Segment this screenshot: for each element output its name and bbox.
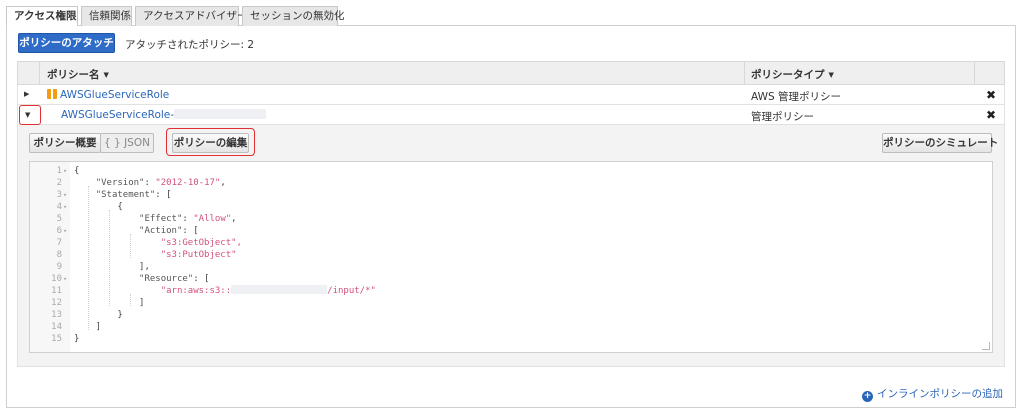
code-line: 5 "Effect": "Allow",	[30, 213, 992, 225]
expand-arrow-icon[interactable]: ▶	[24, 90, 29, 98]
remove-policy-icon[interactable]: ✖	[986, 108, 996, 122]
collapse-arrow-icon[interactable]: ▼	[25, 111, 30, 119]
code-text: }	[74, 334, 80, 344]
code-text: "s3:PutObject"	[160, 250, 237, 260]
sort-caret-icon: ▼	[828, 71, 834, 79]
policy-table: ポリシー名 ▼ ポリシータイプ ▼ ▶ AWSGlueServiceRole AWS…	[17, 61, 1005, 367]
code-text: "Statement": [	[95, 190, 172, 200]
column-header-policy-name-label: ポリシー名	[47, 69, 100, 81]
code-text: {	[74, 202, 123, 212]
line-number: 7	[56, 238, 62, 248]
code-text: ]	[74, 322, 102, 332]
edit-policy-button[interactable]: ポリシーの編集	[172, 133, 249, 153]
policy-type-text: AWS 管理ポリシー	[751, 91, 841, 103]
line-number: 11	[51, 286, 62, 296]
line-number: 12	[51, 298, 62, 308]
redacted-text	[231, 285, 328, 294]
code-text: {	[74, 166, 80, 176]
code-line: 6 ▾ "Action": [	[30, 225, 992, 237]
add-inline-policy-label: インラインポリシーの追加	[877, 388, 1003, 400]
code-line: 12 ]	[30, 297, 992, 309]
resource-suffix: /input/*"	[327, 286, 376, 296]
code-line: 3 ▾ "Statement": [	[30, 189, 992, 201]
code-line: 9 ],	[30, 261, 992, 273]
code-text: "s3:GetObject",	[160, 238, 242, 248]
attach-policy-button[interactable]: ポリシーのアタッチ	[18, 33, 115, 53]
code-line: 4 ▾ {	[30, 201, 992, 213]
code-line: 13 }	[30, 309, 992, 321]
code-text: "Resource": [	[139, 274, 210, 284]
add-inline-policy-link[interactable]: + インラインポリシーの追加	[862, 386, 1003, 402]
column-header-policy-type-label: ポリシータイプ	[751, 69, 825, 81]
line-number: 8	[56, 250, 62, 260]
sort-caret-icon: ▼	[103, 71, 109, 79]
code-text: "Effect": "Allow",	[139, 214, 237, 224]
fold-arrow-icon[interactable]: ▾	[63, 201, 67, 213]
tab-trust-relationships[interactable]: 信頼関係	[81, 6, 132, 26]
policy-name-text: AWSGlueServiceRole	[60, 89, 170, 101]
table-header: ポリシー名 ▼ ポリシータイプ ▼	[17, 61, 1005, 85]
line-number: 2	[56, 178, 62, 188]
code-line: 7 "s3:GetObject",	[30, 237, 992, 249]
line-number: 3	[56, 190, 62, 200]
line-number: 13	[51, 310, 62, 320]
policy-name-text: AWSGlueServiceRole-	[61, 109, 175, 121]
column-header-policy-name[interactable]: ポリシー名 ▼	[47, 67, 109, 82]
code-line: 14 ]	[30, 321, 992, 333]
fold-arrow-icon[interactable]: ▾	[63, 165, 67, 177]
remove-policy-icon[interactable]: ✖	[986, 88, 996, 102]
code-text: ],	[74, 262, 150, 272]
line-number: 14	[51, 322, 62, 332]
code-text: "Action": [	[139, 226, 199, 236]
code-text: ]	[74, 298, 145, 308]
table-row: ▼ AWSGlueServiceRole- 管理ポリシー ✖	[17, 105, 1005, 125]
fold-arrow-icon[interactable]: ▾	[63, 189, 67, 201]
policy-name-link[interactable]: AWSGlueServiceRole	[47, 89, 169, 101]
table-row: ▶ AWSGlueServiceRole AWS 管理ポリシー ✖	[17, 85, 1005, 105]
code-line: 1 ▾ {	[30, 165, 992, 177]
column-header-policy-type[interactable]: ポリシータイプ ▼	[744, 62, 986, 84]
line-number: 1	[56, 166, 62, 176]
policy-type-text: 管理ポリシー	[751, 111, 814, 123]
aws-managed-policy-icon	[47, 89, 57, 99]
policy-detail-panel: ポリシー概要 { } JSON ポリシーの編集 ポリシーのシミュレート 1 ▾{2…	[17, 125, 1005, 367]
attached-policy-count: アタッチされたポリシー: 2	[125, 39, 255, 51]
line-number: 15	[51, 334, 62, 344]
code-text: "Version": "2012-10-17",	[95, 178, 226, 188]
json-view-button[interactable]: { } JSON	[100, 133, 154, 153]
header-action-column	[974, 62, 1004, 84]
redacted-text	[174, 109, 267, 119]
line-number: 6	[56, 226, 62, 236]
plus-circle-icon: +	[862, 391, 873, 402]
line-number: 9	[56, 262, 62, 272]
code-line: 11 "arn:aws:s3::/input/*"	[30, 285, 992, 297]
fold-arrow-icon[interactable]: ▾	[63, 273, 67, 285]
code-line: 10 ▾ "Resource": [	[30, 273, 992, 285]
code-text: }	[74, 310, 123, 320]
permissions-panel: ポリシーのアタッチ アタッチされたポリシー: 2 ポリシー名 ▼ ポリシータイプ ▼…	[6, 26, 1016, 408]
code-line: 15}	[30, 333, 992, 345]
tab-bar: アクセス権限 信頼関係 アクセスアドバイザー セッションの無効化	[6, 6, 1016, 27]
tab-permissions[interactable]: アクセス権限	[6, 6, 78, 27]
code-line: 8 "s3:PutObject"	[30, 249, 992, 261]
line-number: 10	[51, 274, 62, 284]
fold-arrow-icon[interactable]: ▾	[63, 225, 67, 237]
tab-access-advisor[interactable]: アクセスアドバイザー	[135, 6, 247, 26]
code-text: "arn:aws:s3::/input/*"	[160, 285, 376, 296]
line-number: 4	[56, 202, 62, 212]
code-line: 2 "Version": "2012-10-17",	[30, 177, 992, 189]
tab-revoke-sessions[interactable]: セッションの無効化	[242, 6, 345, 26]
line-number: 5	[56, 214, 62, 224]
json-editor[interactable]: 1 ▾{2 "Version": "2012-10-17", 3 ▾ "Stateme…	[29, 161, 993, 353]
simulate-policy-button[interactable]: ポリシーのシミュレート	[882, 133, 998, 153]
policy-name-link[interactable]: AWSGlueServiceRole-	[61, 109, 267, 121]
header-gutter	[18, 62, 40, 84]
resize-handle[interactable]	[982, 342, 990, 350]
policy-summary-button[interactable]: ポリシー概要	[29, 133, 101, 153]
